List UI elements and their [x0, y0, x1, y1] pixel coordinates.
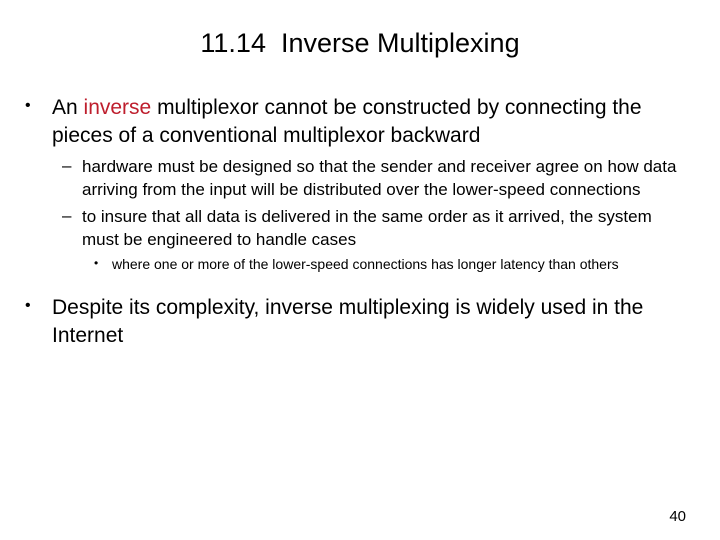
bullet-dot-small-icon: •	[94, 256, 99, 270]
bullet-level1-item: • Despite its complexity, inverse multip…	[0, 294, 720, 350]
bullet-dash-icon: –	[62, 206, 72, 225]
bullet-dash-icon: –	[62, 156, 72, 175]
bullet-level2-item: – to insure that all data is delivered i…	[0, 205, 720, 251]
bullet-level3-text: where one or more of the lower-speed con…	[112, 256, 619, 272]
bullet-level2-text: hardware must be designed so that the se…	[82, 157, 677, 199]
page-number: 40	[669, 508, 686, 525]
highlighted-term-inverse: inverse	[83, 96, 152, 119]
bullet-text-segment-plain: An	[52, 96, 84, 119]
bullet-level2-item: – hardware must be designed so that the …	[0, 155, 720, 201]
slide-canvas: 11.14 Inverse Multiplexing • An inverse …	[0, 0, 720, 540]
bullet-level1-item: • An inverse multiplexor cannot be const…	[0, 94, 720, 150]
slide-body: • An inverse multiplexor cannot be const…	[0, 94, 720, 350]
bullet-level3-item: • where one or more of the lower-speed c…	[0, 255, 720, 274]
bullet-dot-icon: •	[25, 97, 31, 114]
bullet-level1-text: Despite its complexity, inverse multiple…	[52, 296, 644, 347]
page-title: 11.14 Inverse Multiplexing	[200, 28, 520, 58]
bullet-level1-text: An inverse multiplexor cannot be constru…	[52, 94, 692, 150]
bullet-level2-text: to insure that all data is delivered in …	[82, 207, 652, 249]
bullet-dot-icon: •	[25, 297, 31, 314]
